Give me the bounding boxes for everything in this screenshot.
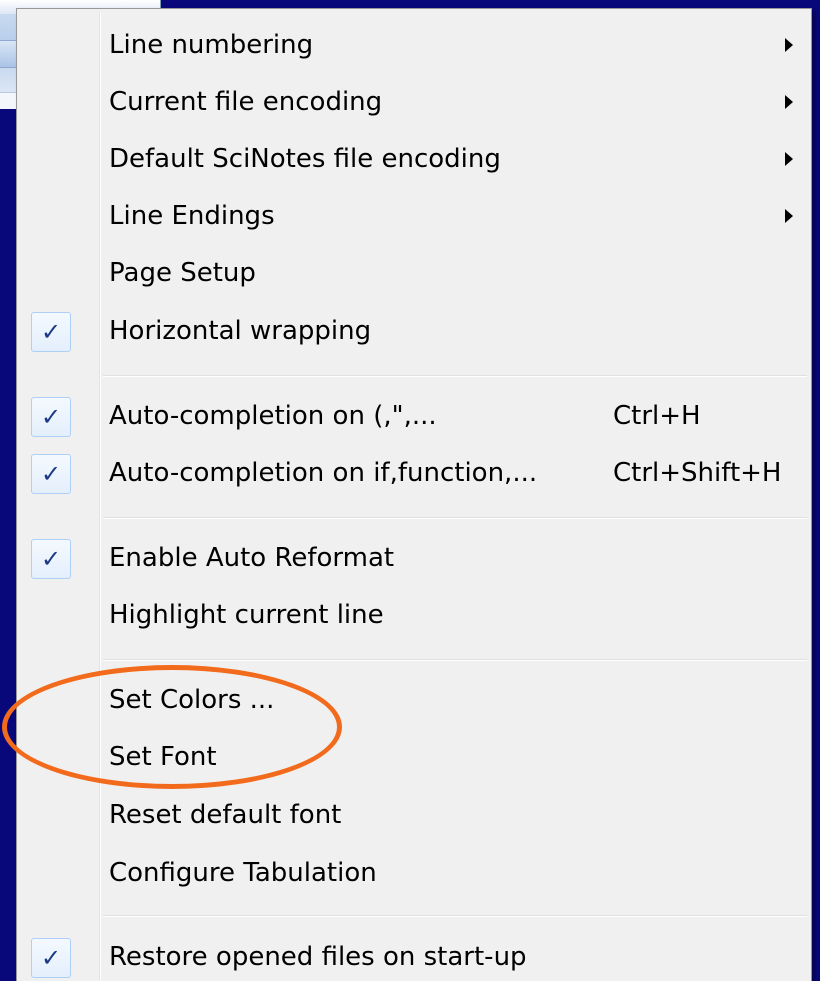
checkmark-icon: ✓	[31, 312, 71, 352]
checkmark-icon: ✓	[31, 397, 71, 437]
menu-item-horizontal-wrapping[interactable]: ✓ Horizontal wrapping	[21, 305, 807, 361]
menu-item-set-colors[interactable]: Set Colors ...	[21, 674, 807, 730]
menu-item-enable-auto-reformat[interactable]: ✓ Enable Auto Reformat	[21, 532, 807, 588]
menu-item-current-file-encoding[interactable]: Current file encoding	[21, 76, 807, 132]
menu-separator	[103, 915, 807, 917]
menu-item-label: Highlight current line	[109, 600, 384, 630]
menu-item-reset-default-font[interactable]: Reset default font	[21, 789, 807, 845]
menu-item-label: Configure Tabulation	[109, 858, 377, 888]
menu-item-highlight-current-line[interactable]: Highlight current line	[21, 589, 807, 645]
menu-item-auto-completion-keywords[interactable]: ✓ Auto-completion on if,function,... Ctr…	[21, 447, 807, 503]
menu-item-line-endings[interactable]: Line Endings	[21, 190, 807, 246]
menu-item-line-numbering[interactable]: Line numbering	[21, 19, 807, 75]
submenu-arrow-icon	[785, 152, 793, 166]
submenu-arrow-icon	[785, 95, 793, 109]
menu-item-set-font[interactable]: Set Font	[21, 731, 807, 787]
menu-item-label: Line numbering	[109, 30, 314, 60]
menu-item-page-setup[interactable]: Page Setup	[21, 247, 807, 303]
menu-separator	[103, 659, 807, 661]
menu-item-label: Default SciNotes file encoding	[109, 144, 501, 174]
screen: Line numbering Current file encoding Def…	[0, 0, 820, 981]
preferences-context-menu: Line numbering Current file encoding Def…	[16, 8, 812, 981]
menu-item-label: Line Endings	[109, 201, 275, 231]
menu-item-label: Set Colors ...	[109, 685, 275, 715]
submenu-arrow-icon	[785, 38, 793, 52]
checkmark-icon: ✓	[31, 938, 71, 978]
menu-item-shortcut: Ctrl+H	[613, 401, 701, 431]
menu-item-label: Auto-completion on (,",...	[109, 401, 437, 431]
menu-item-label: Current file encoding	[109, 87, 383, 117]
menu-item-restore-opened-files[interactable]: ✓ Restore opened files on start-up	[21, 931, 807, 981]
menu-separator	[103, 517, 807, 519]
checkmark-icon: ✓	[31, 539, 71, 579]
submenu-arrow-icon	[785, 209, 793, 223]
checkmark-icon: ✓	[31, 454, 71, 494]
menu-item-label: Reset default font	[109, 800, 342, 830]
menu-item-label: Auto-completion on if,function,...	[109, 458, 538, 488]
menu-item-label: Set Font	[109, 742, 217, 772]
menu-item-label: Restore opened files on start-up	[109, 942, 527, 972]
menu-item-auto-completion-brackets[interactable]: ✓ Auto-completion on (,",... Ctrl+H	[21, 390, 807, 446]
menu-item-label: Horizontal wrapping	[109, 316, 372, 346]
menu-item-default-scinotes-file-encoding[interactable]: Default SciNotes file encoding	[21, 133, 807, 189]
menu-item-shortcut: Ctrl+Shift+H	[613, 458, 782, 488]
menu-item-label: Page Setup	[109, 258, 256, 288]
menu-item-label: Enable Auto Reformat	[109, 543, 395, 573]
menu-separator	[103, 375, 807, 377]
menu-item-configure-tabulation[interactable]: Configure Tabulation	[21, 847, 807, 903]
